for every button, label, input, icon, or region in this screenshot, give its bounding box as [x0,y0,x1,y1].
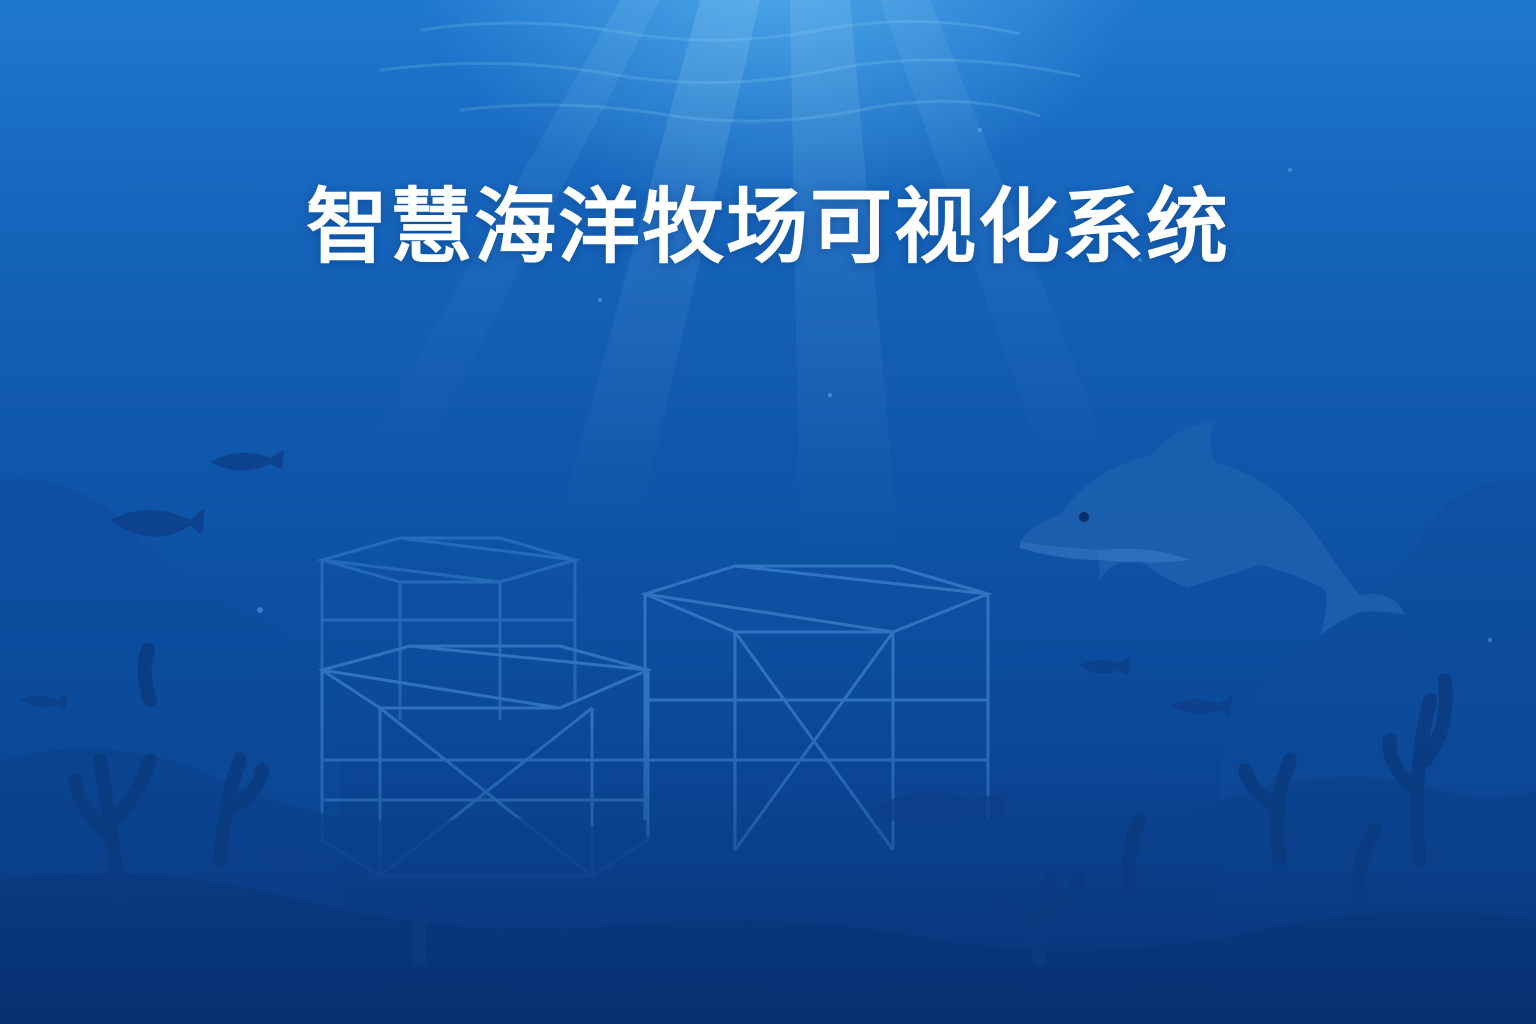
scene-illustration [0,0,1536,1024]
seabed-shade [0,700,1536,1024]
underwater-scene: 智慧海洋牧场可视化系统 [0,0,1536,1024]
page-title: 智慧海洋牧场可视化系统 [305,180,1230,275]
light-rays [360,0,1120,560]
